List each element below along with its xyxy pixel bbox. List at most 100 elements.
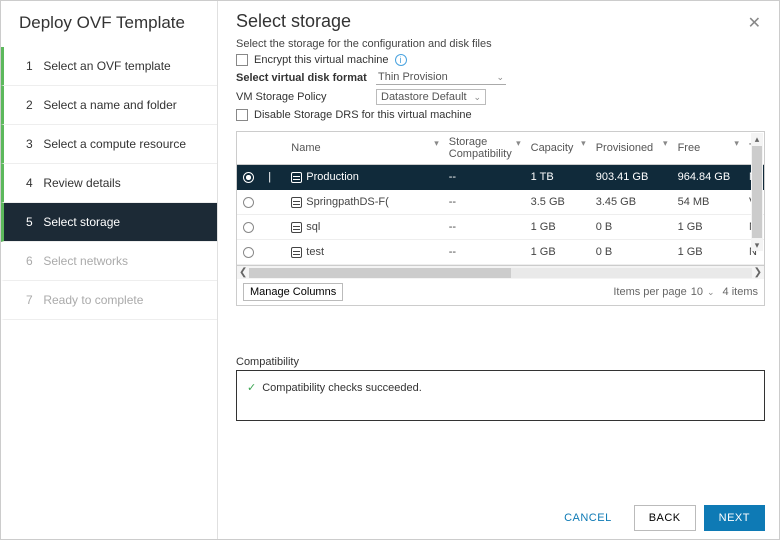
manage-columns-button[interactable]: Manage Columns (243, 283, 343, 301)
row-compat: -- (443, 165, 525, 190)
row-provisioned: 3.45 GB (590, 190, 672, 215)
storage-policy-select[interactable]: Datastore Default ⌄ (376, 89, 486, 105)
step-num: 1 (26, 59, 40, 73)
step-label: Select a name and folder (40, 98, 177, 112)
col-free[interactable]: Free (678, 142, 701, 154)
scroll-up-icon[interactable]: ▴ (751, 133, 763, 145)
row-radio[interactable] (243, 222, 254, 233)
step-num: 5 (26, 215, 40, 229)
row-free: 54 MB (672, 190, 743, 215)
chevron-down-icon[interactable]: ⌄ (707, 287, 715, 298)
row-name: sql (306, 221, 320, 233)
step-label: Select an OVF template (40, 59, 171, 73)
step-num: 6 (26, 254, 40, 268)
items-per-page-label: Items per page (613, 286, 686, 298)
pipe-icon: | (268, 171, 271, 183)
row-free: 964.84 GB (672, 165, 743, 190)
table-row[interactable]: |Production--1 TB903.41 GB964.84 GBN (237, 165, 764, 190)
row-name: Production (306, 171, 359, 183)
encrypt-checkbox[interactable] (236, 54, 248, 66)
col-capacity[interactable]: Capacity (531, 142, 574, 154)
wizard-title: Deploy OVF Template (1, 7, 217, 47)
chevron-down-icon: ⌄ (473, 92, 481, 103)
datastore-icon (291, 222, 302, 233)
scroll-thumb[interactable] (752, 146, 762, 238)
wizard-step-7: 7 Ready to complete (1, 281, 217, 320)
scroll-thumb[interactable] (249, 268, 510, 278)
cancel-button[interactable]: CANCEL (550, 505, 626, 531)
row-provisioned: 903.41 GB (590, 165, 672, 190)
row-capacity: 1 GB (525, 215, 590, 240)
table-row[interactable]: sql--1 GB0 B1 GBN (237, 215, 764, 240)
datastore-icon (291, 197, 302, 208)
filter-icon[interactable]: ▾ (734, 138, 739, 149)
row-compat: -- (443, 215, 525, 240)
row-capacity: 1 GB (525, 240, 590, 265)
next-button[interactable]: NEXT (704, 505, 765, 531)
page-heading: Select storage (236, 11, 351, 32)
datastore-icon (291, 172, 302, 183)
filter-icon[interactable]: ▾ (516, 138, 521, 149)
scroll-right-icon[interactable]: ❯ (754, 267, 762, 278)
row-free: 1 GB (672, 240, 743, 265)
step-num: 3 (26, 137, 40, 151)
datastore-tbody: |Production--1 TB903.41 GB964.84 GBNSpri… (237, 165, 764, 265)
disable-drs-label: Disable Storage DRS for this virtual mac… (254, 109, 472, 121)
scroll-left-icon[interactable]: ❮ (239, 267, 247, 278)
col-name[interactable]: Name (291, 142, 320, 154)
storage-policy-label: VM Storage Policy (236, 91, 376, 103)
filter-icon[interactable]: ▾ (434, 138, 439, 149)
row-name: SpringpathDS-F( (306, 196, 389, 208)
step-label: Review details (40, 176, 121, 190)
deploy-ovf-dialog: Deploy OVF Template 1 Select an OVF temp… (0, 0, 780, 540)
row-free: 1 GB (672, 215, 743, 240)
step-label: Select a compute resource (40, 137, 186, 151)
row-name: test (306, 246, 324, 258)
items-count: 4 items (723, 286, 758, 298)
wizard-step-2[interactable]: 2 Select a name and folder (1, 86, 217, 125)
disk-format-value: Thin Provision (378, 71, 448, 83)
col-compat[interactable]: Storage Compatibility (449, 136, 512, 160)
storage-policy-value: Datastore Default (381, 91, 467, 103)
vertical-scrollbar[interactable]: ▴ ▾ (751, 133, 763, 251)
datastore-table: Name ▾ Storage Compatibility ▾ Capacity ▾ P… (237, 132, 764, 265)
table-row[interactable]: SpringpathDS-F(--3.5 GB3.45 GB54 MBV (237, 190, 764, 215)
filter-icon[interactable]: ▾ (663, 138, 668, 149)
disable-drs-checkbox[interactable] (236, 109, 248, 121)
check-icon: ✓ (247, 382, 256, 394)
step-num: 2 (26, 98, 40, 112)
compatibility-box: ✓ Compatibility checks succeeded. (236, 370, 765, 421)
items-per-page-value[interactable]: 10 (691, 286, 703, 298)
wizard-step-1[interactable]: 1 Select an OVF template (1, 47, 217, 86)
step-label: Ready to complete (40, 293, 143, 307)
step-label: Select networks (40, 254, 128, 268)
close-icon[interactable]: ✕ (744, 11, 765, 35)
filter-icon[interactable]: ▾ (581, 138, 586, 149)
wizard-step-6: 6 Select networks (1, 242, 217, 281)
chevron-down-icon: ⌄ (496, 72, 504, 83)
table-row[interactable]: test--1 GB0 B1 GBN (237, 240, 764, 265)
row-provisioned: 0 B (590, 240, 672, 265)
encrypt-label: Encrypt this virtual machine (254, 54, 389, 66)
disk-format-select[interactable]: Thin Provision ⌄ (376, 70, 506, 85)
wizard-step-4[interactable]: 4 Review details (1, 164, 217, 203)
wizard-step-5[interactable]: 5 Select storage (1, 203, 217, 242)
back-button[interactable]: BACK (634, 505, 696, 531)
info-icon[interactable]: i (395, 54, 407, 66)
datastore-table-container: Name ▾ Storage Compatibility ▾ Capacity ▾ P… (236, 131, 765, 306)
step-num: 7 (26, 293, 40, 307)
wizard-steps: 1 Select an OVF template2 Select a name … (1, 47, 217, 320)
row-capacity: 1 TB (525, 165, 590, 190)
row-radio[interactable] (243, 172, 254, 183)
compatibility-message: Compatibility checks succeeded. (262, 382, 422, 394)
page-subtext: Select the storage for the configuration… (236, 38, 765, 50)
col-provisioned[interactable]: Provisioned (596, 142, 653, 154)
row-radio[interactable] (243, 197, 254, 208)
horizontal-scrollbar[interactable]: ❮ ❯ (237, 265, 764, 279)
scroll-track[interactable] (249, 268, 751, 278)
disk-format-label: Select virtual disk format (236, 72, 376, 84)
step-label: Select storage (40, 215, 120, 229)
wizard-step-3[interactable]: 3 Select a compute resource (1, 125, 217, 164)
row-radio[interactable] (243, 247, 254, 258)
scroll-down-icon[interactable]: ▾ (751, 239, 763, 251)
